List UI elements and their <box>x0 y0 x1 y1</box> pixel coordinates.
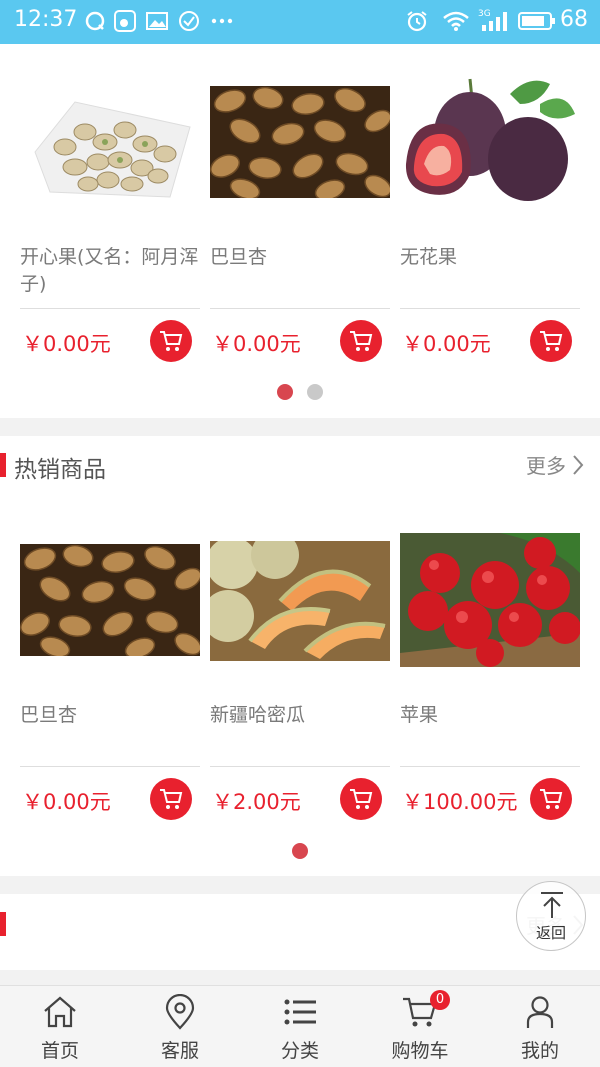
arrow-up-icon <box>541 892 563 918</box>
add-to-cart-button[interactable] <box>150 320 192 362</box>
weibo-icon <box>114 10 136 32</box>
cart-icon <box>160 331 183 351</box>
location-pin-icon <box>165 994 195 1030</box>
home-icon <box>44 996 76 1028</box>
add-to-cart-button[interactable] <box>340 778 382 820</box>
product-price: ￥2.00元 <box>212 790 301 814</box>
section-accent-bar <box>0 453 6 477</box>
product-name[interactable]: 苹果 <box>400 702 580 729</box>
add-to-cart-button[interactable] <box>530 778 572 820</box>
tab-profile[interactable]: 我的 <box>480 986 600 1067</box>
wifi-icon <box>443 11 469 31</box>
divider <box>20 308 200 309</box>
alarm-icon <box>407 11 427 32</box>
carousel-dot-active[interactable] <box>277 384 293 400</box>
signal-icon <box>482 12 507 31</box>
product-image-fig[interactable] <box>400 74 580 210</box>
product-name[interactable]: 开心果(又名：阿月浑子) <box>20 244 200 298</box>
cart-count-badge: 0 <box>430 990 450 1010</box>
status-time: 12:37 <box>14 7 78 32</box>
back-to-top-button[interactable]: 返回 <box>516 881 586 951</box>
cart-icon <box>350 331 373 351</box>
third-section: 更多 <box>0 894 600 970</box>
more-dots-icon <box>211 18 233 24</box>
hot-products-section: 热销商品 更多 巴旦杏 ￥0.00元 新疆哈密瓜 ￥2.00元 苹果 ￥100.… <box>0 436 600 876</box>
add-to-cart-button[interactable] <box>340 320 382 362</box>
tab-label[interactable]: 购物车 <box>360 1036 480 1063</box>
chevron-right-icon <box>573 454 584 475</box>
more-link[interactable]: 更多 <box>526 450 584 479</box>
cart-icon <box>350 789 373 809</box>
divider <box>400 308 580 309</box>
tab-customer-service[interactable]: 客服 <box>120 986 240 1067</box>
product-image-apple[interactable] <box>400 533 580 667</box>
cart-icon <box>540 331 563 351</box>
product-price: ￥0.00元 <box>22 790 111 814</box>
tab-label[interactable]: 我的 <box>480 1036 600 1063</box>
battery-level: 68 <box>560 7 588 32</box>
divider <box>20 766 200 767</box>
product-price: ￥0.00元 <box>212 332 301 356</box>
add-to-cart-button[interactable] <box>530 320 572 362</box>
product-price: ￥0.00元 <box>402 332 491 356</box>
user-icon <box>526 996 554 1028</box>
carousel-dot-active[interactable] <box>292 843 308 859</box>
product-image-almond[interactable] <box>210 86 390 198</box>
tab-category[interactable]: 分类 <box>240 986 360 1067</box>
status-bar: 12:37 3G 68 <box>0 0 600 44</box>
list-icon <box>284 999 316 1025</box>
tab-label[interactable]: 首页 <box>0 1036 120 1063</box>
tab-home[interactable]: 首页 <box>0 986 120 1067</box>
more-label[interactable]: 更多 <box>526 450 566 479</box>
cart-icon <box>540 789 563 809</box>
divider <box>210 766 390 767</box>
back-to-top-label[interactable]: 返回 <box>517 922 585 943</box>
battery-icon <box>518 12 555 30</box>
product-image-pistachio[interactable] <box>20 72 200 212</box>
product-name[interactable]: 无花果 <box>400 244 580 271</box>
bottom-tab-bar: 首页 客服 分类 0 购物车 我的 <box>0 985 600 1067</box>
product-price: ￥100.00元 <box>402 790 518 814</box>
section-title: 热销商品 <box>14 457 106 483</box>
carousel-dot[interactable] <box>307 384 323 400</box>
product-name[interactable]: 巴旦杏 <box>20 702 200 729</box>
section-accent-bar <box>0 912 6 936</box>
check-circle-icon <box>179 11 199 31</box>
cart-icon <box>160 789 183 809</box>
add-to-cart-button[interactable] <box>150 778 192 820</box>
tab-label[interactable]: 客服 <box>120 1036 240 1063</box>
product-price: ￥0.00元 <box>22 332 111 356</box>
product-image-hami-melon[interactable] <box>210 541 390 661</box>
product-name[interactable]: 巴旦杏 <box>210 244 390 271</box>
divider <box>210 308 390 309</box>
tab-cart[interactable]: 0 购物车 <box>360 986 480 1067</box>
qq-icon <box>85 11 105 31</box>
product-name[interactable]: 新疆哈密瓜 <box>210 702 390 729</box>
gallery-icon <box>146 12 168 30</box>
featured-products-section: 开心果(又名：阿月浑子) ￥0.00元 巴旦杏 ￥0.00元 无花果 ￥0.00… <box>0 44 600 418</box>
divider <box>400 766 580 767</box>
tab-label[interactable]: 分类 <box>240 1036 360 1063</box>
product-image-almond[interactable] <box>20 544 200 656</box>
